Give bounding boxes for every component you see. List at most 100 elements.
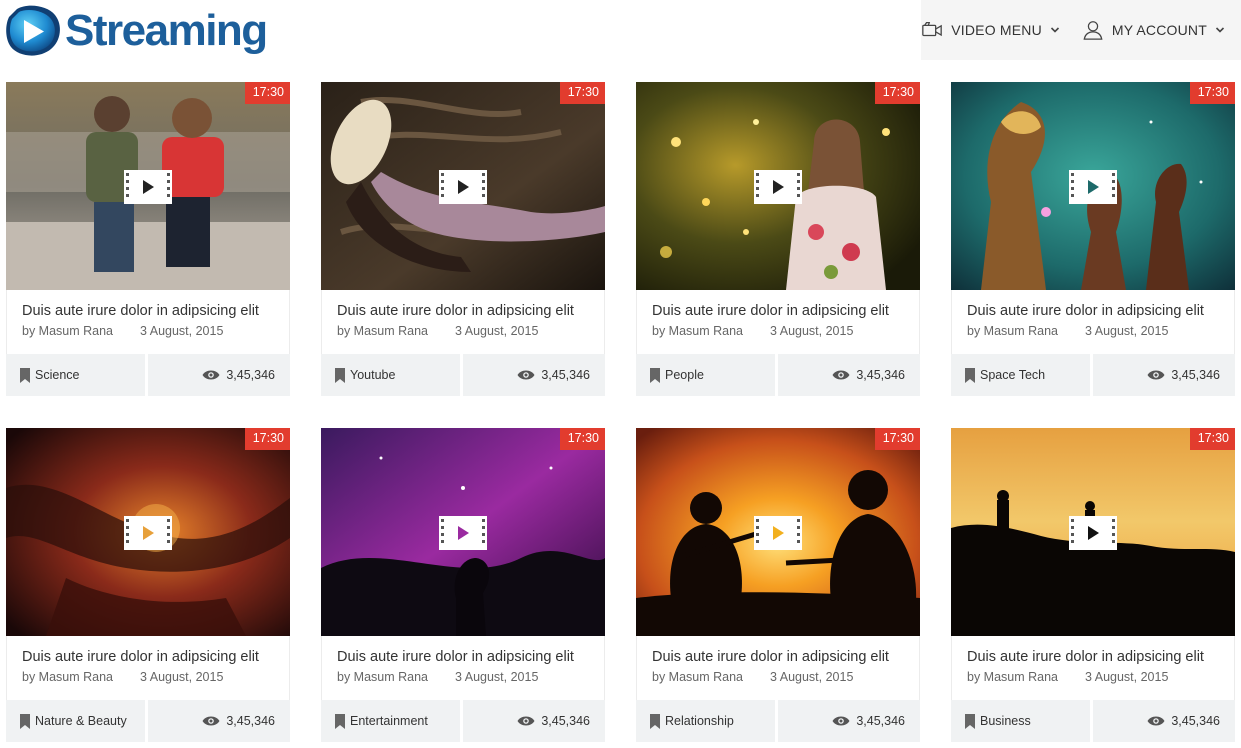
video-thumbnail[interactable]: 17:30 [321,82,605,290]
video-title[interactable]: Duis aute irure dolor in adipsicing elit [967,649,1220,665]
category-label: Entertainment [350,714,428,728]
bookmark-icon [650,713,660,729]
video-info: Duis aute irure dolor in adipsicing elit… [6,290,290,354]
view-count-value: 3,45,346 [856,368,905,382]
video-thumbnail[interactable]: 17:30 [6,428,290,636]
video-info: Duis aute irure dolor in adipsicing elit… [951,636,1235,700]
video-card: 17:30 Duis aute irure dolor in adipsicin… [636,82,920,396]
video-footer: Entertainment 3,45,346 [321,700,605,742]
video-author: by Masum Rana [967,670,1059,684]
video-info: Duis aute irure dolor in adipsicing elit… [321,636,605,700]
bookmark-icon [335,713,345,729]
my-account-button[interactable]: MY ACCOUNT [1082,19,1225,41]
video-title[interactable]: Duis aute irure dolor in adipsicing elit [22,303,275,319]
video-meta: by Masum Rana 3 August, 2015 [967,670,1220,684]
duration-badge: 17:30 [559,82,605,104]
video-thumbnail[interactable]: 17:30 [321,428,605,636]
play-icon[interactable] [1069,516,1117,550]
duration-badge: 17:30 [559,428,605,450]
eye-icon [832,370,850,380]
video-thumbnail[interactable]: 17:30 [636,82,920,290]
category-link[interactable]: Relationship [636,700,775,742]
view-count: 3,45,346 [1093,354,1235,396]
eye-icon [517,370,535,380]
video-date: 3 August, 2015 [140,670,224,684]
play-icon[interactable] [124,170,172,204]
category-label: Space Tech [980,368,1046,382]
video-author: by Masum Rana [652,324,744,338]
video-meta: by Masum Rana 3 August, 2015 [967,324,1220,338]
category-label: Youtube [350,368,396,382]
video-date: 3 August, 2015 [770,324,854,338]
video-menu-label: VIDEO MENU [951,22,1042,38]
view-count-value: 3,45,346 [541,714,590,728]
duration-badge: 17:30 [874,428,920,450]
video-card: 17:30 Duis aute irure dolor in adipsicin… [6,428,290,742]
video-info: Duis aute irure dolor in adipsicing elit… [636,290,920,354]
play-icon[interactable] [1069,170,1117,204]
view-count: 3,45,346 [1093,700,1235,742]
video-date: 3 August, 2015 [770,670,854,684]
video-title[interactable]: Duis aute irure dolor in adipsicing elit [652,649,905,665]
video-meta: by Masum Rana 3 August, 2015 [22,324,275,338]
view-count: 3,45,346 [148,354,290,396]
video-thumbnail[interactable]: 17:30 [951,428,1235,636]
view-count-value: 3,45,346 [226,368,275,382]
view-count-value: 3,45,346 [856,714,905,728]
video-title[interactable]: Duis aute irure dolor in adipsicing elit [337,649,590,665]
duration-badge: 17:30 [1189,428,1235,450]
view-count-value: 3,45,346 [226,714,275,728]
category-link[interactable]: Space Tech [951,354,1090,396]
play-icon[interactable] [439,516,487,550]
view-count: 3,45,346 [778,700,920,742]
video-meta: by Masum Rana 3 August, 2015 [337,670,590,684]
bookmark-icon [650,367,660,383]
video-menu-button[interactable]: VIDEO MENU [921,19,1060,41]
video-date: 3 August, 2015 [1085,670,1169,684]
video-author: by Masum Rana [337,670,429,684]
category-link[interactable]: Science [6,354,145,396]
category-link[interactable]: Entertainment [321,700,460,742]
video-footer: People 3,45,346 [636,354,920,396]
video-footer: Youtube 3,45,346 [321,354,605,396]
play-icon[interactable] [439,170,487,204]
video-author: by Masum Rana [22,324,114,338]
play-icon[interactable] [124,516,172,550]
chevron-down-icon [1050,27,1059,33]
brand-name: Streaming [65,6,268,55]
video-footer: Relationship 3,45,346 [636,700,920,742]
video-title[interactable]: Duis aute irure dolor in adipsicing elit [967,303,1220,319]
video-thumbnail[interactable]: 17:30 [6,82,290,290]
play-icon[interactable] [754,170,802,204]
eye-icon [832,716,850,726]
video-footer: Nature & Beauty 3,45,346 [6,700,290,742]
bookmark-icon [20,367,30,383]
category-link[interactable]: Youtube [321,354,460,396]
view-count-value: 3,45,346 [1171,714,1220,728]
video-meta: by Masum Rana 3 August, 2015 [652,324,905,338]
video-title[interactable]: Duis aute irure dolor in adipsicing elit [337,303,590,319]
video-thumbnail[interactable]: 17:30 [951,82,1235,290]
user-icon [1083,21,1103,40]
duration-badge: 17:30 [244,428,290,450]
play-icon[interactable] [754,516,802,550]
video-date: 3 August, 2015 [140,324,224,338]
eye-icon [517,716,535,726]
video-meta: by Masum Rana 3 August, 2015 [652,670,905,684]
video-card: 17:30 Duis aute irure dolor in adipsicin… [951,82,1235,396]
video-footer: Space Tech 3,45,346 [951,354,1235,396]
view-count: 3,45,346 [463,700,605,742]
duration-badge: 17:30 [874,82,920,104]
video-author: by Masum Rana [22,670,114,684]
site-logo[interactable]: Streaming [3,2,268,60]
video-info: Duis aute irure dolor in adipsicing elit… [636,636,920,700]
video-title[interactable]: Duis aute irure dolor in adipsicing elit [652,303,905,319]
duration-badge: 17:30 [244,82,290,104]
category-link[interactable]: Business [951,700,1090,742]
category-link[interactable]: People [636,354,775,396]
video-date: 3 August, 2015 [455,324,539,338]
video-thumbnail[interactable]: 17:30 [636,428,920,636]
video-title[interactable]: Duis aute irure dolor in adipsicing elit [22,649,275,665]
category-link[interactable]: Nature & Beauty [6,700,145,742]
bookmark-icon [965,713,975,729]
